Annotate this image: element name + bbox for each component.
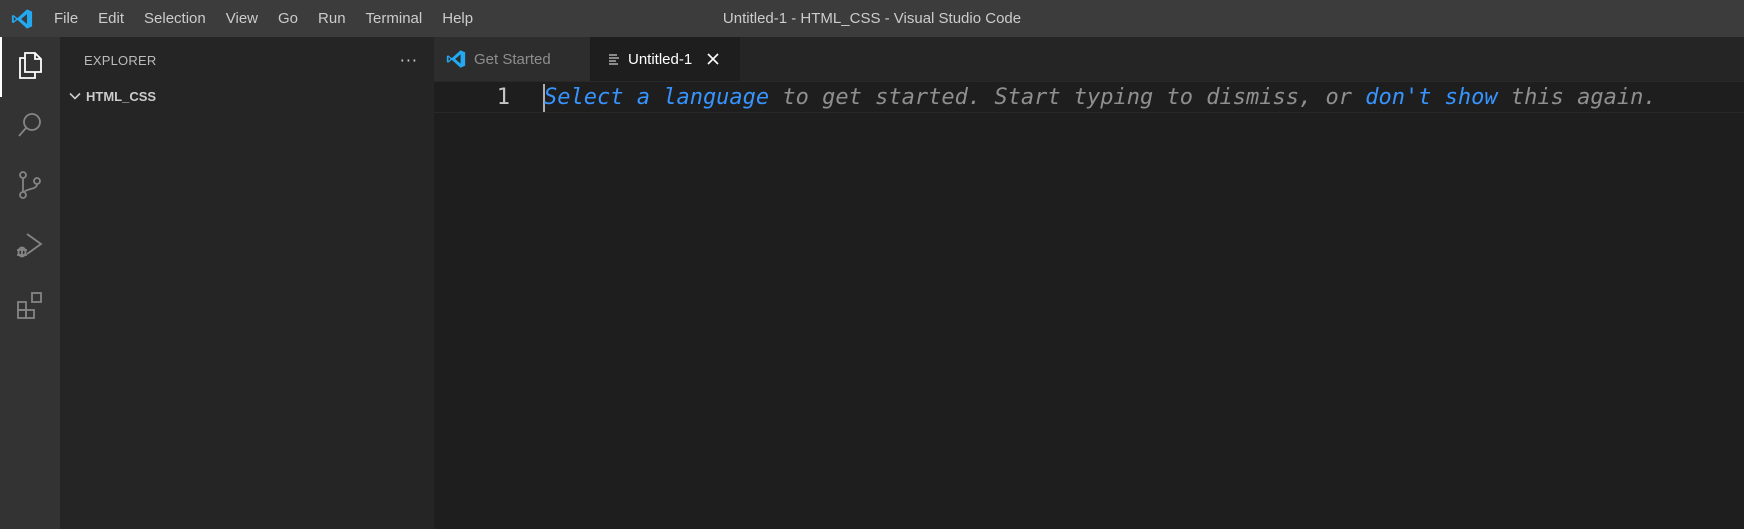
menu-bar: File Edit Selection View Go Run Terminal…: [44, 0, 483, 37]
hint-text-2: this again.: [1497, 85, 1657, 110]
menu-edit[interactable]: Edit: [88, 0, 134, 37]
menu-terminal[interactable]: Terminal: [356, 0, 433, 37]
title-bar: File Edit Selection View Go Run Terminal…: [0, 0, 1744, 37]
more-actions-button[interactable]: ···: [400, 51, 418, 70]
files-icon: [15, 50, 45, 84]
menu-view[interactable]: View: [216, 0, 268, 37]
vscode-tab-icon: [446, 49, 466, 69]
editor-line: 1 Select a language to get started. Star…: [434, 81, 1744, 113]
search-icon: [15, 110, 45, 144]
hint-text-1: to get started. Start typing to dismiss,…: [769, 85, 1366, 110]
vscode-logo-icon: [0, 0, 44, 37]
tab-label: Untitled-1: [628, 50, 693, 68]
close-icon[interactable]: [706, 52, 720, 66]
activity-bar: [0, 37, 60, 529]
tab-bar: Get Started Untitled-1: [434, 37, 1744, 81]
source-control-icon: [15, 170, 45, 204]
extensions-button[interactable]: [0, 277, 60, 337]
run-debug-button[interactable]: [0, 217, 60, 277]
menu-help[interactable]: Help: [432, 0, 483, 37]
menu-selection[interactable]: Selection: [134, 0, 216, 37]
folder-html-css[interactable]: HTML_CSS: [60, 83, 434, 109]
explorer-button[interactable]: [0, 37, 60, 97]
menu-file[interactable]: File: [44, 0, 88, 37]
extensions-icon: [15, 290, 45, 324]
chevron-down-icon: [66, 87, 84, 105]
tab-get-started[interactable]: Get Started: [434, 37, 590, 81]
sidebar-header: EXPLORER ···: [60, 37, 434, 83]
search-button[interactable]: [0, 97, 60, 157]
explorer-sidebar: EXPLORER ··· HTML_CSS: [60, 37, 434, 529]
select-language-link[interactable]: Select a language: [544, 85, 769, 110]
language-hint: Select a language to get started. Start …: [544, 82, 1657, 112]
text-file-icon: [608, 53, 620, 65]
sidebar-title: EXPLORER: [84, 52, 157, 68]
tab-untitled-1[interactable]: Untitled-1: [590, 37, 740, 81]
tab-label: Get Started: [474, 50, 551, 68]
line-number: 1: [496, 85, 510, 110]
folder-label: HTML_CSS: [86, 88, 157, 104]
dont-show-link[interactable]: don't show: [1365, 85, 1497, 110]
editor-area: Get Started Untitled-1 1 Select a langua…: [434, 37, 1744, 529]
menu-go[interactable]: Go: [268, 0, 308, 37]
run-debug-icon: [15, 230, 45, 264]
source-control-button[interactable]: [0, 157, 60, 217]
menu-run[interactable]: Run: [308, 0, 356, 37]
code-editor[interactable]: 1 Select a language to get started. Star…: [434, 81, 1744, 529]
